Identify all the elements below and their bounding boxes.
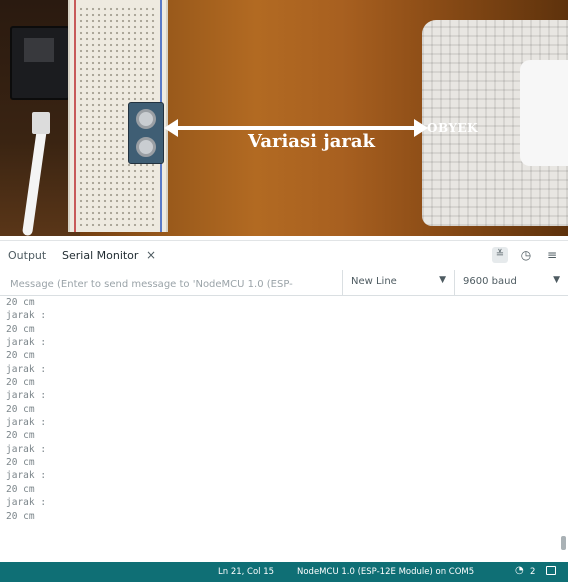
- ultrasonic-sensor: [128, 102, 164, 164]
- output-line: jarak :: [6, 310, 47, 322]
- baud-rate-select[interactable]: 9600 baud ▼: [454, 270, 568, 295]
- usb-connector: [32, 112, 50, 134]
- output-line: jarak :: [6, 443, 47, 455]
- panel-toggle-icon[interactable]: [546, 566, 556, 575]
- output-line: jarak :: [6, 470, 47, 482]
- output-line: jarak :: [6, 390, 47, 402]
- status-bar: Ln 21, Col 15 NodeMCU 1.0 (ESP-12E Modul…: [0, 562, 568, 582]
- arrow-right-head: [414, 119, 428, 137]
- chevron-down-icon: ▼: [439, 275, 446, 285]
- output-line: 20 cm: [6, 323, 35, 335]
- output-scrollbar[interactable]: [560, 296, 568, 562]
- output-line: 20 cm: [6, 297, 35, 308]
- breadboard-rail: [74, 0, 76, 232]
- output-line: 20 cm: [6, 430, 35, 442]
- line-ending-value: New Line: [351, 276, 397, 287]
- output-line: 20 cm: [6, 457, 35, 469]
- distance-label: Variasi jarak: [248, 131, 375, 152]
- output-line: 20 cm: [6, 510, 35, 522]
- object-label: OBYEK: [427, 121, 479, 135]
- scrollbar-thumb[interactable]: [561, 536, 566, 550]
- cursor-position[interactable]: Ln 21, Col 15: [218, 567, 274, 577]
- output-line: jarak :: [6, 363, 47, 375]
- distance-arrow: [176, 126, 416, 130]
- object-basket-inner: [520, 60, 568, 166]
- serial-toolbar: New Line ▼ 9600 baud ▼: [0, 270, 568, 296]
- autoscroll-icon[interactable]: ≚: [492, 247, 508, 263]
- line-ending-select[interactable]: New Line ▼: [342, 270, 454, 295]
- notification-icon[interactable]: ◔: [515, 565, 524, 576]
- panel-actions: ≚ ◷ ≡: [492, 247, 560, 263]
- output-line: 20 cm: [6, 483, 35, 495]
- serial-output[interactable]: 20 cm jarak : 20 cm jarak : 20 cm jarak …: [0, 296, 560, 562]
- sensor-transducer: [136, 109, 156, 129]
- board-port-status[interactable]: NodeMCU 1.0 (ESP-12E Module) on COM5: [297, 567, 474, 577]
- output-line: 20 cm: [6, 403, 35, 415]
- panel-tab-bar: Output Serial Monitor × ≚ ◷ ≡: [0, 240, 568, 270]
- tab-output[interactable]: Output: [8, 249, 46, 262]
- output-line: jarak :: [6, 497, 47, 509]
- tab-serial-monitor[interactable]: Serial Monitor: [62, 249, 138, 262]
- notification-count[interactable]: 2: [530, 567, 535, 577]
- output-line: 20 cm: [6, 377, 35, 389]
- close-icon[interactable]: ×: [146, 248, 156, 262]
- baud-rate-value: 9600 baud: [463, 276, 517, 287]
- sensor-transducer: [136, 137, 156, 157]
- board-chip: [24, 38, 54, 62]
- menu-icon[interactable]: ≡: [544, 247, 560, 263]
- chevron-down-icon: ▼: [553, 275, 560, 285]
- output-line: 20 cm: [6, 350, 35, 362]
- output-line: jarak :: [6, 337, 47, 349]
- clock-icon[interactable]: ◷: [518, 247, 534, 263]
- message-input[interactable]: [8, 273, 338, 295]
- output-line: jarak :: [6, 417, 47, 429]
- setup-photo: Variasi jarak OBYEK: [0, 0, 568, 236]
- microcontroller-board: [10, 26, 70, 100]
